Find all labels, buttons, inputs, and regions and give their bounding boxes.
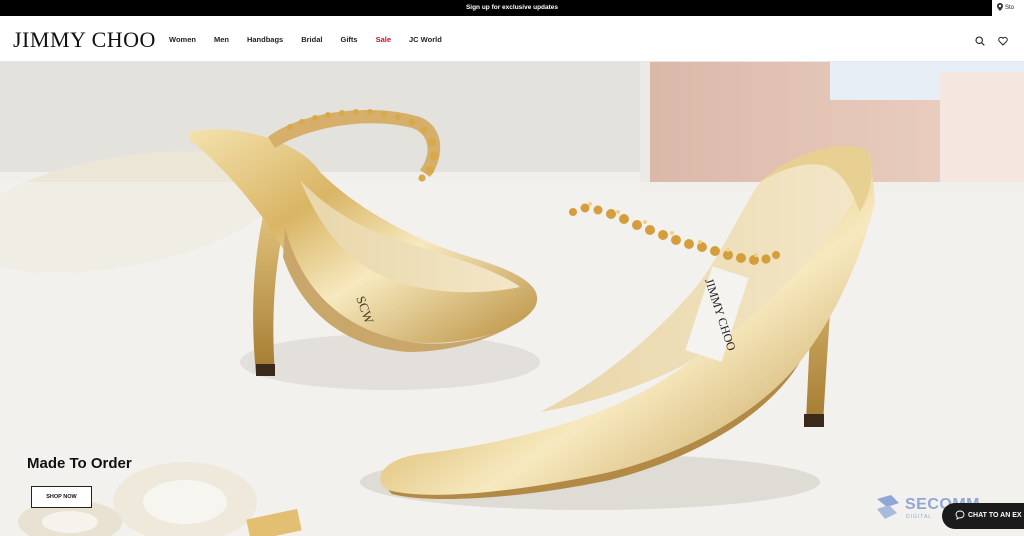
nav-women[interactable]: Women bbox=[169, 35, 196, 44]
nav-sale[interactable]: Sale bbox=[376, 35, 391, 44]
chat-bubble-icon bbox=[955, 510, 965, 521]
shop-now-button[interactable]: SHOP NOW bbox=[31, 486, 92, 508]
nav-gifts[interactable]: Gifts bbox=[340, 35, 357, 44]
hero-image: SCW JIMMY CHOO bbox=[0, 62, 1024, 536]
nav-men[interactable]: Men bbox=[214, 35, 229, 44]
signup-link[interactable]: Sign up for exclusive updates bbox=[0, 0, 1024, 16]
header-actions bbox=[975, 16, 1024, 62]
chat-button[interactable]: CHAT TO AN EX bbox=[942, 503, 1024, 529]
hero-title: Made To Order bbox=[27, 455, 132, 472]
brand-logo[interactable]: JIMMY CHOO bbox=[13, 27, 156, 53]
chat-label: CHAT TO AN EX bbox=[968, 512, 1022, 519]
watermark-sub: DIGITAL bbox=[906, 514, 933, 520]
heart-icon[interactable] bbox=[998, 33, 1010, 46]
nav-jc-world[interactable]: JC World bbox=[409, 35, 442, 44]
watermark-icon bbox=[877, 495, 899, 519]
site-header: JIMMY CHOO Women Men Handbags Bridal Gif… bbox=[0, 16, 1024, 62]
location-pin-icon bbox=[997, 3, 1003, 12]
nav-bridal[interactable]: Bridal bbox=[301, 35, 322, 44]
main-nav: Women Men Handbags Bridal Gifts Sale JC … bbox=[169, 16, 460, 62]
announcement-bar: Sign up for exclusive updates Sto bbox=[0, 0, 1024, 16]
search-icon[interactable] bbox=[975, 33, 987, 46]
store-label: Sto bbox=[1005, 5, 1015, 11]
hero-banner[interactable]: SCW JIMMY CHOO Made To Order SHOP NOW SE… bbox=[0, 62, 1024, 536]
store-locator-link[interactable]: Sto bbox=[992, 0, 1024, 16]
nav-handbags[interactable]: Handbags bbox=[247, 35, 283, 44]
